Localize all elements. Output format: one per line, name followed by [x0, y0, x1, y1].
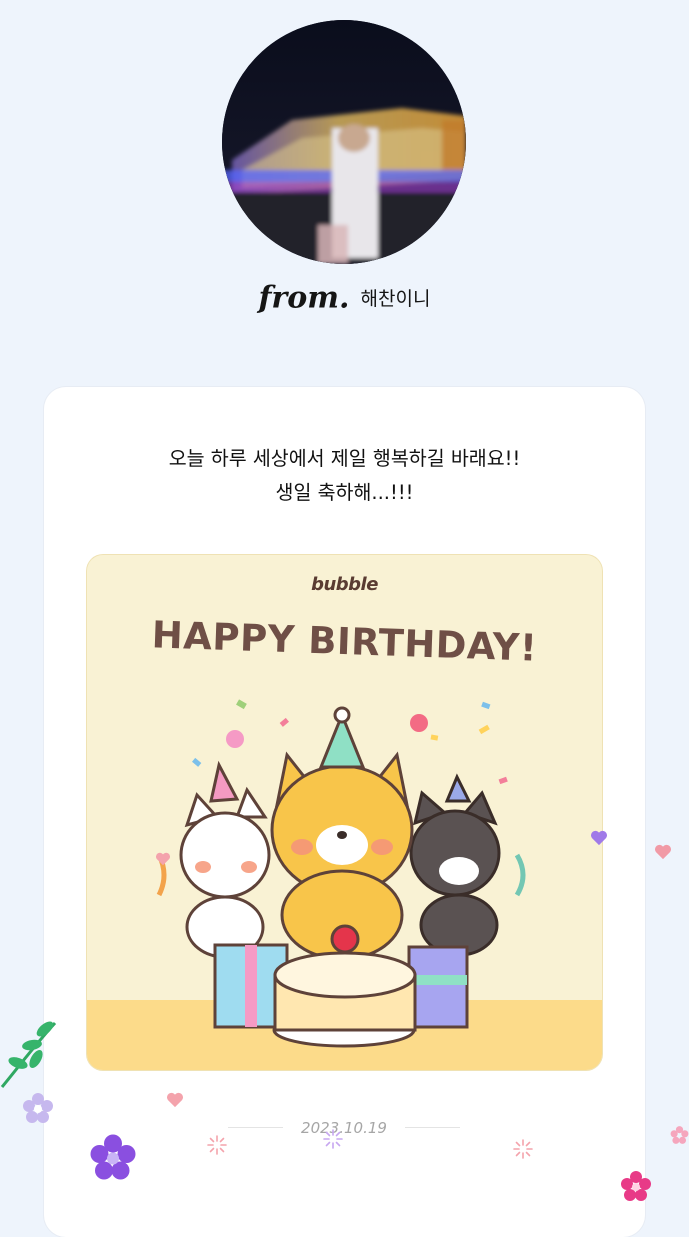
avatar-photo	[222, 20, 466, 264]
letter-date: 2023.10.19	[301, 1119, 387, 1137]
leaf-branch-icon	[0, 1021, 57, 1088]
pink-heart-icon-small	[167, 1092, 183, 1108]
sender-line: from. 해찬이니	[0, 278, 689, 319]
sparkle-icon-purple	[323, 1129, 343, 1149]
pink-flower-partial-icon	[670, 1126, 689, 1144]
purple-heart-icon	[591, 830, 607, 846]
bubble-logo: bubble	[311, 574, 378, 595]
letter-date-row: 2023.10.19	[228, 1116, 460, 1140]
pink-heart-icon-tiny	[156, 852, 170, 866]
pink-flower-icon	[621, 1171, 651, 1201]
message-line-2: 생일 축하해...!!!	[275, 481, 414, 504]
sparkle-icon-right	[513, 1139, 533, 1159]
flower-icon	[23, 1093, 53, 1123]
sparkle-icon	[207, 1135, 227, 1155]
message-line-1: 오늘 하루 세상에서 제일 행복하길 바래요!!	[168, 447, 521, 470]
sender-name: 해찬이니	[360, 287, 431, 310]
sender-avatar[interactable]	[222, 20, 466, 264]
letter-message: 오늘 하루 세상에서 제일 행복하길 바래요!! 생일 축하해...!!!	[44, 442, 645, 510]
flower-icon-large	[90, 1134, 136, 1180]
pink-heart-icon	[655, 844, 671, 860]
from-label: from.	[258, 280, 350, 316]
